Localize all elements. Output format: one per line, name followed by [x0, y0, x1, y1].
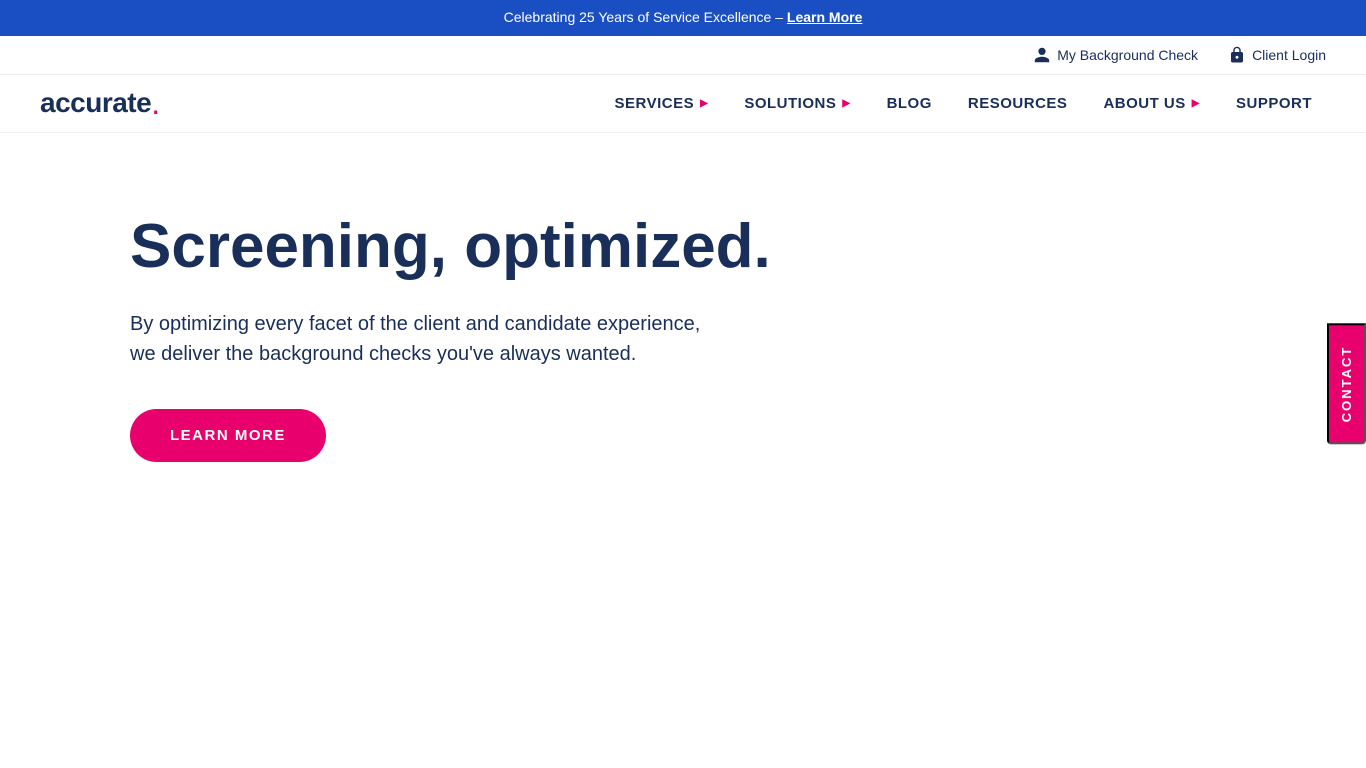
main-nav: SERVICES ▶ SOLUTIONS ▶ BLOG RESOURCES AB… — [601, 85, 1326, 122]
logo-text: accurate — [40, 87, 151, 119]
announcement-link[interactable]: Learn More — [787, 9, 862, 25]
nav-support[interactable]: SUPPORT — [1222, 85, 1326, 122]
announcement-bar: Celebrating 25 Years of Service Excellen… — [0, 0, 1366, 36]
chevron-down-icon: ▶ — [1192, 98, 1200, 109]
chevron-down-icon: ▶ — [842, 98, 850, 109]
person-icon — [1033, 46, 1051, 64]
hero-subtitle-line2: we deliver the background checks you've … — [130, 343, 636, 365]
logo[interactable]: accurate. — [40, 87, 160, 119]
client-login-label: Client Login — [1252, 47, 1326, 63]
my-background-check-label: My Background Check — [1057, 47, 1198, 63]
hero-subtitle-line1: By optimizing every facet of the client … — [130, 313, 700, 335]
nav-resources[interactable]: RESOURCES — [954, 85, 1082, 122]
learn-more-button[interactable]: LEARN MORE — [130, 409, 326, 462]
nav-solutions[interactable]: SOLUTIONS ▶ — [730, 85, 864, 122]
contact-sidebar-button[interactable]: CONTACT — [1327, 324, 1366, 445]
nav-services[interactable]: SERVICES ▶ — [601, 85, 723, 122]
my-background-check-link[interactable]: My Background Check — [1033, 46, 1198, 64]
nav-about-us[interactable]: ABOUT US ▶ — [1089, 85, 1214, 122]
hero-subtitle: By optimizing every facet of the client … — [130, 309, 810, 369]
client-login-link[interactable]: Client Login — [1228, 46, 1326, 64]
main-header: accurate. SERVICES ▶ SOLUTIONS ▶ BLOG RE… — [0, 75, 1366, 133]
utility-nav: My Background Check Client Login — [0, 36, 1366, 75]
lock-icon — [1228, 46, 1246, 64]
hero-title: Screening, optimized. — [130, 213, 1060, 281]
hero-section: Screening, optimized. By optimizing ever… — [0, 133, 1100, 522]
announcement-text: Celebrating 25 Years of Service Excellen… — [504, 9, 787, 25]
chevron-down-icon: ▶ — [700, 98, 708, 109]
logo-dot: . — [151, 87, 160, 119]
nav-blog[interactable]: BLOG — [873, 85, 946, 122]
